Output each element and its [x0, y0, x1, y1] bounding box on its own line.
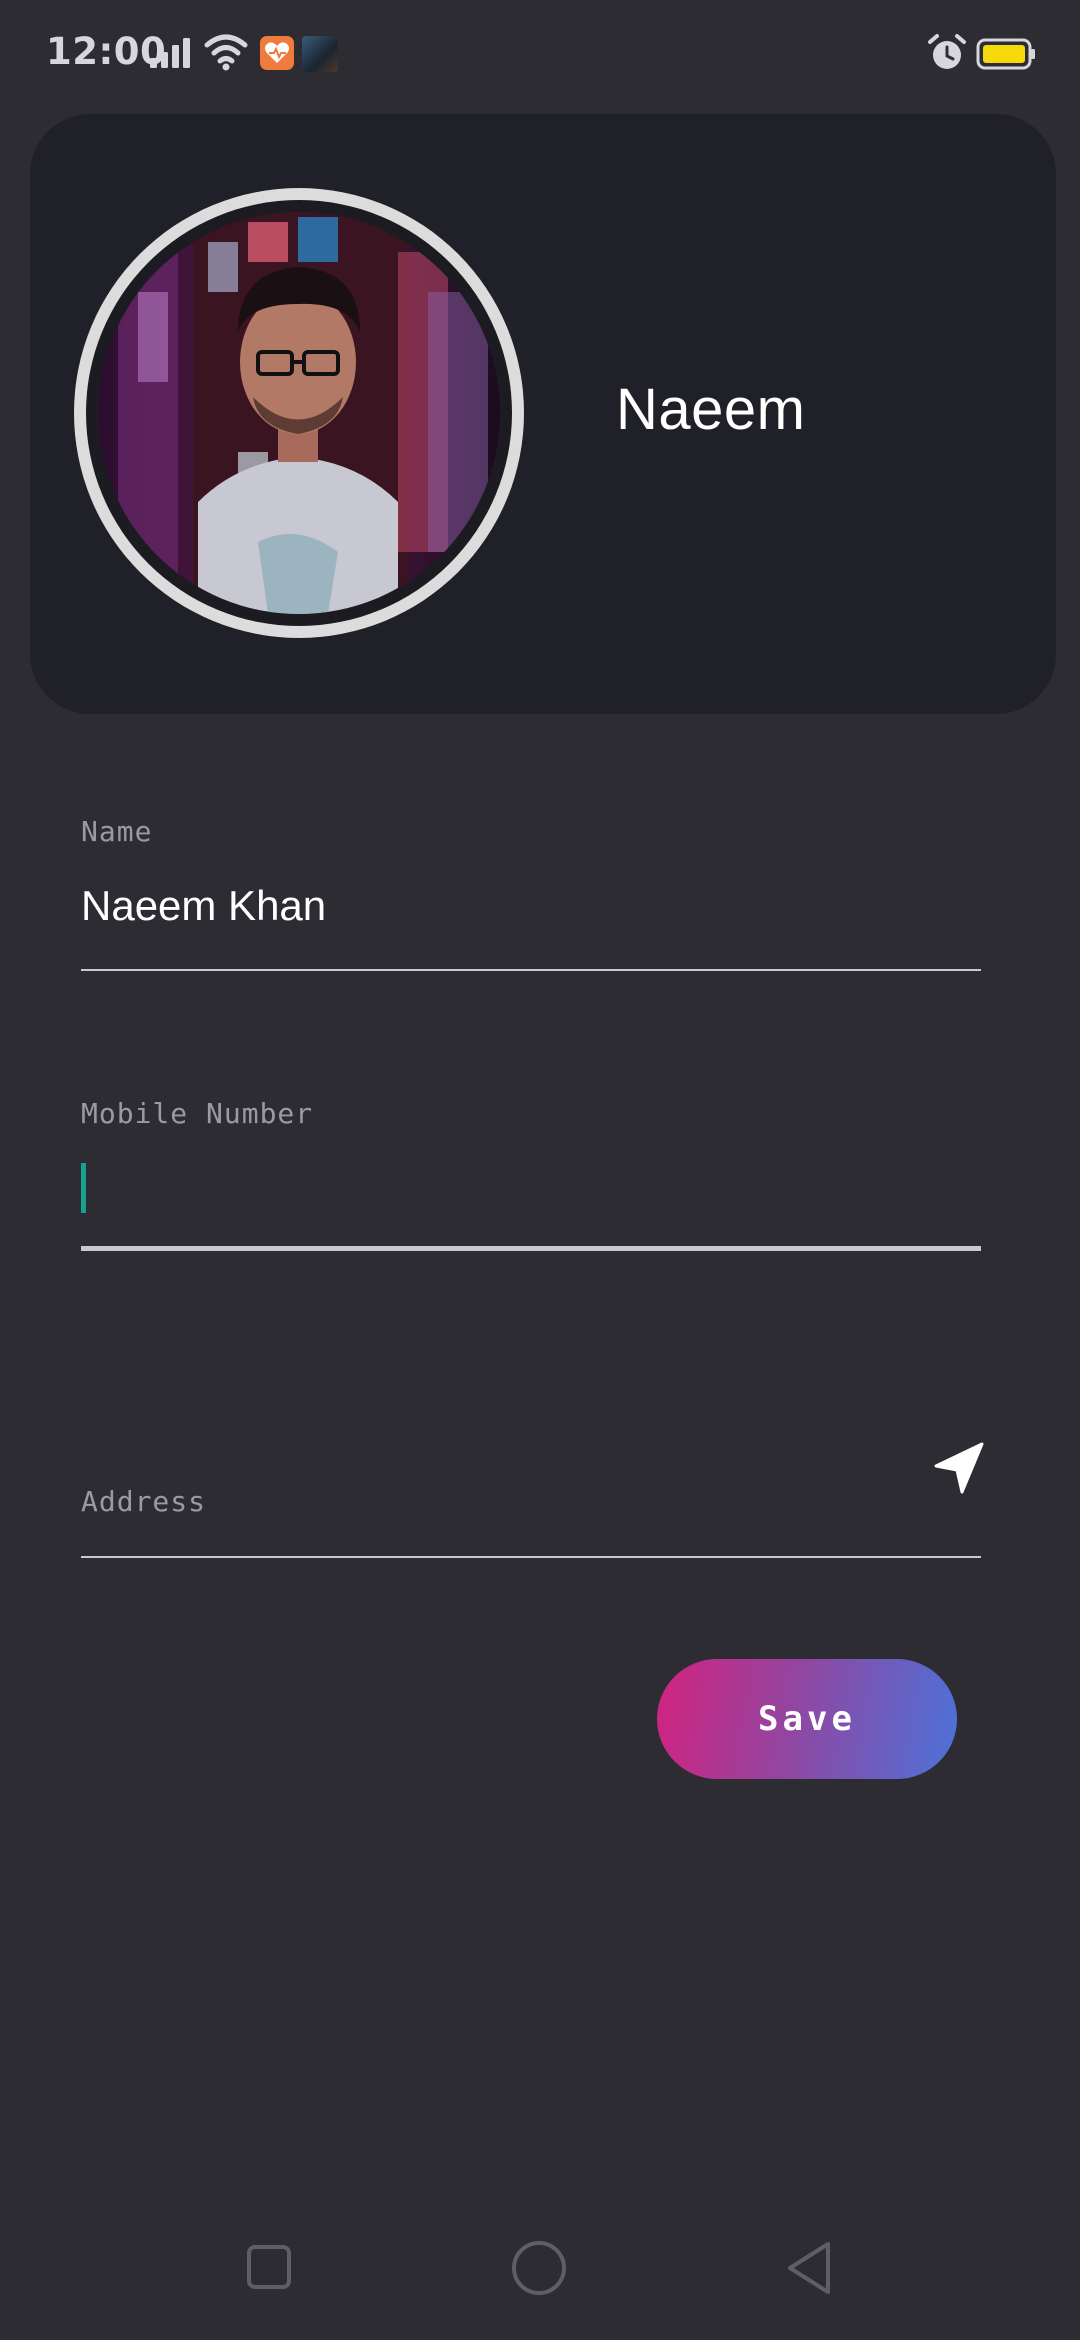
battery-icon — [976, 38, 1035, 70]
name-label: Name — [81, 815, 153, 848]
health-app-icon — [260, 36, 294, 70]
back-triangle-icon[interactable] — [784, 2240, 834, 2296]
home-circle-icon[interactable] — [511, 2240, 567, 2296]
profile-photo — [98, 212, 500, 614]
alarm-icon — [928, 34, 966, 69]
signal-icon — [150, 38, 190, 68]
recents-square-icon[interactable] — [246, 2244, 292, 2290]
navigation-arrow-icon[interactable] — [930, 1438, 990, 1498]
name-field-underline — [81, 969, 981, 971]
address-field-underline — [81, 1556, 981, 1558]
edit-profile-screen: 12:00 Naeem Name Naeem Khan Mobile Numbe… — [0, 0, 1080, 2340]
mobile-number-underline — [81, 1246, 981, 1251]
mobile-number-label: Mobile Number — [81, 1097, 314, 1130]
text-cursor — [81, 1163, 86, 1213]
name-field[interactable]: Naeem Khan — [81, 882, 326, 930]
wifi-icon — [204, 34, 248, 71]
status-bar: 12:00 — [0, 0, 1080, 110]
save-button[interactable]: Save — [657, 1659, 957, 1779]
avatar[interactable] — [74, 188, 524, 638]
profile-header-card: Naeem — [30, 114, 1056, 714]
profile-display-name: Naeem — [616, 377, 806, 442]
gallery-app-icon — [302, 36, 338, 72]
address-field[interactable]: Address — [81, 1485, 206, 1518]
